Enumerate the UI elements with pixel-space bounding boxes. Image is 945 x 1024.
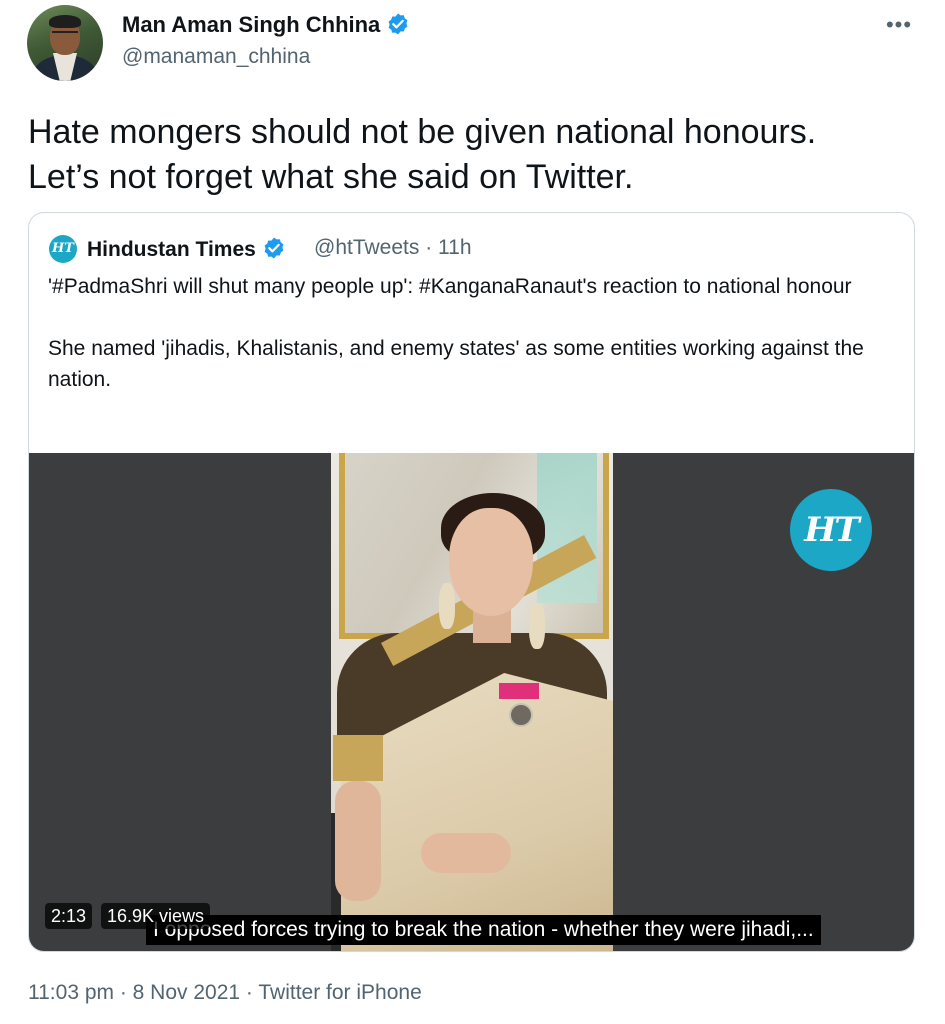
- author-handle[interactable]: @manaman_chhina: [122, 45, 310, 69]
- video-views-badge: 16.9K views: [101, 903, 211, 929]
- tweet-text: Hate mongers should not be given nationa…: [28, 110, 918, 200]
- author-avatar[interactable]: [27, 5, 103, 81]
- video-duration-badge: 2:13: [45, 903, 93, 929]
- video-arm: [335, 781, 381, 901]
- video-sleeve: [333, 735, 383, 781]
- avatar-hair: [49, 15, 81, 28]
- ht-watermark-logo: HT: [790, 489, 872, 571]
- quoted-author-name: Hindustan Times: [87, 238, 256, 261]
- author-name-row[interactable]: Man Aman Singh Chhina: [122, 12, 410, 38]
- quoted-tweet-text: '#PadmaShri will shut many people up': #…: [48, 271, 898, 395]
- tweet-text-line: Hate mongers should not be given nationa…: [28, 113, 817, 151]
- video-hands: [421, 833, 511, 873]
- quoted-paragraph: She named 'jihadis, Khalistanis, and ene…: [48, 337, 864, 391]
- verified-badge-icon: [264, 237, 284, 259]
- quoted-paragraph: '#PadmaShri will shut many people up': #…: [48, 275, 852, 298]
- quoted-handle-time: @htTweets · 11h: [314, 236, 472, 259]
- video-earring: [439, 583, 455, 629]
- video-face: [449, 508, 533, 616]
- quoted-author-row: Hindustan Times: [87, 236, 286, 262]
- tweet-timestamp[interactable]: 11:03 pm · 8 Nov 2021 · Twitter for iPho…: [28, 981, 422, 1005]
- video-medal: [509, 703, 533, 727]
- video-medal-ribbon: [499, 683, 539, 699]
- video-player[interactable]: HT I opposed forces trying to break the …: [29, 453, 914, 951]
- author-name[interactable]: Man Aman Singh Chhina: [122, 12, 380, 37]
- tweet-text-line: Let’s not forget what she said on Twitte…: [28, 158, 634, 196]
- video-subtitle: I opposed forces trying to break the nat…: [146, 915, 821, 945]
- video-earring: [529, 603, 545, 649]
- avatar-glasses: [52, 31, 78, 38]
- more-options-icon[interactable]: •••: [884, 14, 914, 36]
- hindustan-times-avatar[interactable]: HT: [49, 235, 77, 263]
- verified-badge-icon: [388, 13, 408, 35]
- quoted-tweet-card[interactable]: HT Hindustan Times @htTweets · 11h '#Pad…: [28, 212, 915, 952]
- video-frame: [331, 453, 613, 951]
